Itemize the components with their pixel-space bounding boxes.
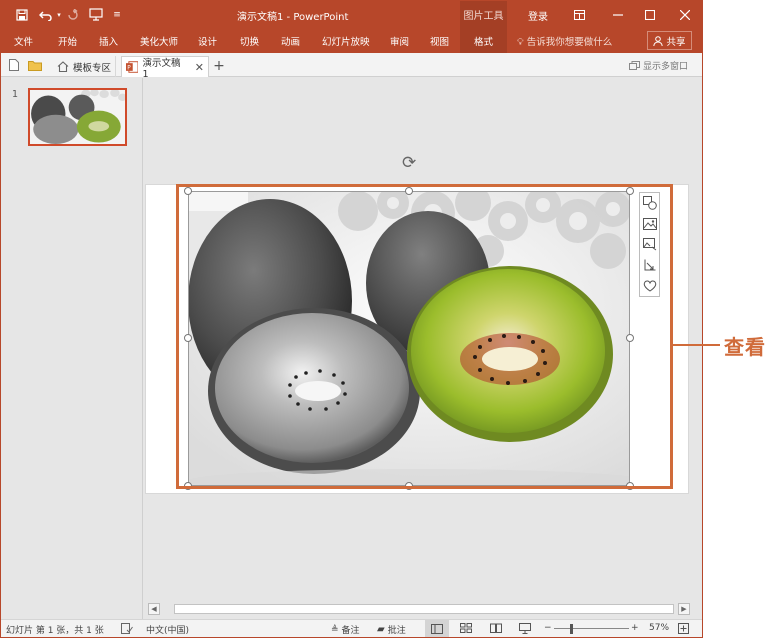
save-icon[interactable] — [11, 1, 33, 28]
zoom-slider[interactable] — [554, 628, 629, 629]
tell-me-text: 告诉我你想要做什么 — [526, 37, 613, 48]
rotate-handle-icon[interactable]: ⟳ — [402, 153, 416, 173]
tab-beautify-master[interactable]: 美化大师 — [140, 34, 178, 48]
slideshow-view-icon[interactable] — [519, 623, 531, 634]
comment-icon: ▰ — [377, 624, 385, 635]
redo-icon[interactable] — [63, 1, 83, 28]
user-icon — [653, 35, 664, 46]
tab-review[interactable]: 审阅 — [390, 34, 409, 48]
title-bar: ▾ ≡ 演示文稿1 - PowerPoint 图片工具 登录 — [1, 1, 702, 28]
open-folder-icon[interactable] — [27, 56, 43, 74]
comments-button[interactable]: ▰ 批注 — [377, 623, 406, 636]
fit-to-window-icon[interactable] — [678, 623, 689, 634]
scroll-right-icon[interactable]: ▶ — [678, 603, 690, 615]
tab-format[interactable]: 格式 — [474, 34, 493, 48]
maximize-icon[interactable] — [640, 1, 660, 28]
comments-label: 批注 — [387, 626, 406, 636]
zoom-slider-thumb[interactable] — [570, 624, 573, 634]
close-tab-icon[interactable]: ✕ — [195, 61, 204, 74]
spellcheck-icon[interactable] — [121, 623, 133, 634]
tab-file[interactable]: 文件 — [14, 34, 33, 48]
slide-counter: 幻灯片 第 1 张，共 1 张 — [6, 626, 104, 636]
undo-icon[interactable] — [35, 1, 57, 28]
tell-me-search[interactable]: 💡︎ 告诉我你想要做什么 — [517, 34, 612, 48]
tab-transitions[interactable]: 切换 — [240, 34, 259, 48]
new-document-icon[interactable] — [7, 56, 21, 74]
ribbon-display-options-icon[interactable] — [571, 1, 587, 28]
minimize-icon[interactable] — [608, 1, 628, 28]
close-icon[interactable] — [675, 1, 695, 28]
template-tab-label: 模板专区 — [73, 62, 112, 74]
tab-home[interactable]: 开始 — [58, 34, 77, 48]
picture-highlight-outline — [176, 184, 673, 489]
notes-label: 备注 — [341, 626, 360, 636]
lightbulb-icon: 💡︎ — [517, 37, 524, 48]
tab-insert[interactable]: 插入 — [99, 34, 118, 48]
tab-slideshow[interactable]: 幻灯片放映 — [322, 34, 370, 48]
show-multiple-windows[interactable]: 显示多窗口 — [628, 59, 688, 72]
new-tab-icon[interactable]: + — [210, 56, 228, 75]
scroll-thumb[interactable] — [174, 604, 674, 614]
home-icon — [57, 61, 69, 72]
zoom-in-icon[interactable]: + — [631, 623, 639, 633]
scroll-left-icon[interactable]: ◀ — [148, 603, 160, 615]
windows-icon — [628, 61, 640, 70]
tab-document[interactable]: P 演示文稿1 ✕ — [121, 56, 209, 80]
window-title: 演示文稿1 - PowerPoint — [237, 12, 349, 23]
document-tab-strip: 模板专区 P 演示文稿1 ✕ + 显示多窗口 — [1, 53, 702, 80]
document-tab-label: 演示文稿1 — [142, 57, 181, 80]
slide-sorter-icon[interactable] — [460, 623, 472, 633]
reading-view-icon[interactable] — [490, 623, 502, 633]
status-bar: 幻灯片 第 1 张，共 1 张 中文(中国) ≜ 备注 ▰ 批注 − + 57% — [1, 619, 702, 637]
horizontal-scrollbar[interactable]: ◀ ▶ — [146, 603, 691, 615]
zoom-out-icon[interactable]: − — [544, 623, 552, 633]
slide-thumbnail-pane: 1 — [1, 78, 143, 619]
tab-animations[interactable]: 动画 — [281, 34, 300, 48]
powerpoint-file-icon: P — [126, 61, 139, 73]
callout-label: 查看 — [724, 335, 766, 359]
share-label: 共享 — [666, 36, 686, 48]
language-indicator[interactable]: 中文(中国) — [146, 623, 189, 636]
undo-dropdown-icon[interactable]: ▾ — [55, 1, 63, 28]
slide-number: 1 — [12, 89, 19, 100]
login-link[interactable]: 登录 — [528, 8, 548, 23]
notes-button[interactable]: ≜ 备注 — [331, 623, 360, 637]
tab-view[interactable]: 视图 — [430, 34, 449, 48]
normal-view-icon[interactable] — [425, 620, 449, 637]
tab-template-zone[interactable]: 模板专区 — [53, 56, 117, 77]
slideshow-from-start-icon[interactable] — [85, 1, 107, 28]
svg-text:P: P — [127, 65, 131, 71]
tab-design[interactable]: 设计 — [198, 34, 217, 48]
share-button[interactable]: 共享 — [647, 31, 692, 50]
picture-tools-context-label: 图片工具 — [460, 1, 507, 28]
customize-qat-icon[interactable]: ≡ — [111, 1, 123, 28]
notes-icon: ≜ — [331, 624, 339, 635]
zoom-level[interactable]: 57% — [649, 623, 669, 633]
ribbon-tab-bar: 文件 开始 插入 美化大师 设计 切换 动画 幻灯片放映 审阅 视图 格式 💡︎… — [1, 28, 702, 53]
slide-thumbnail[interactable] — [28, 88, 127, 146]
multi-window-label: 显示多窗口 — [642, 62, 688, 72]
callout-line — [673, 344, 720, 346]
